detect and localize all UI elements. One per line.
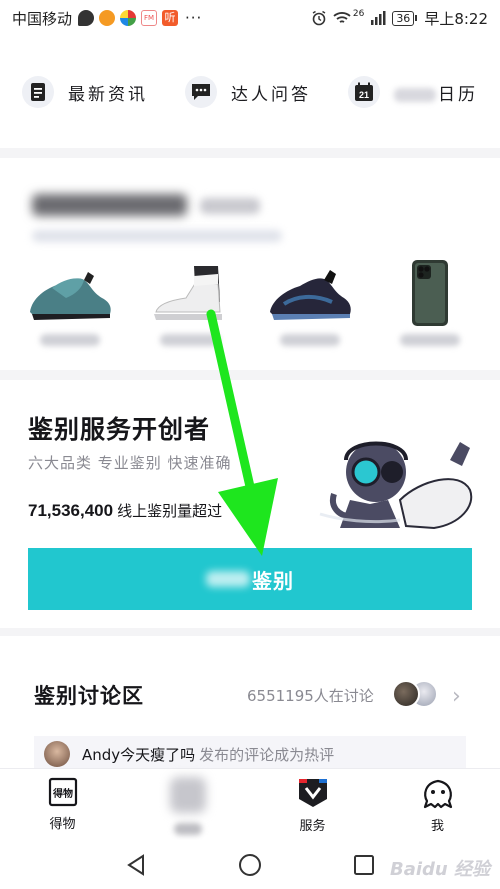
quick-nav: 最新资讯 达人问答 21 日历 [0, 36, 500, 148]
watermark: Baidu 经验 [389, 859, 490, 880]
discussion-count: 6551195人在讨论 [247, 687, 374, 705]
home-icon[interactable] [238, 853, 262, 877]
browser-icon [120, 10, 137, 26]
stat-number: 71,536,400 [28, 501, 114, 520]
authentication-hero: 鉴别服务开创者 六大品类 专业鉴别 快速准确 71,536,400 线上鉴别量超过… [0, 380, 500, 628]
tab-dewu-label: 得物 [49, 817, 76, 832]
blurred-price [280, 334, 340, 346]
tab-blurred[interactable] [125, 769, 250, 840]
sneaker-image [154, 266, 222, 320]
carrier-name: 中国移动 [12, 9, 73, 28]
recents-icon[interactable] [353, 854, 375, 876]
clock: 早上8:22 [424, 9, 488, 28]
calendar-icon: 21 [348, 76, 380, 108]
sneaker-image [270, 270, 351, 320]
sneaker-image [30, 272, 111, 320]
mascot-illustration [319, 441, 473, 530]
back-icon[interactable] [125, 853, 147, 876]
battery-icon: 36 [392, 10, 418, 26]
tab-me[interactable]: 我 [375, 769, 500, 840]
authenticate-button[interactable]: 鉴别 [28, 548, 472, 610]
discussion-section[interactable]: 鉴别讨论区 6551195人在讨论 › Andy今天瘦了吗 发布的评论成为热评 [0, 636, 500, 776]
signal-icon [371, 11, 386, 25]
participant-avatars [392, 680, 440, 708]
comment-username: Andy今天瘦了吗 [82, 745, 196, 764]
blurred-price [160, 334, 220, 346]
quick-nav-news[interactable]: 最新资讯 [22, 76, 148, 108]
listen-icon: 听 [162, 10, 179, 26]
bottom-tab-bar: 得物 得物 服务 我 [0, 768, 500, 840]
tab-dewu[interactable]: 得物 得物 [0, 769, 125, 840]
avatar [392, 680, 420, 708]
calendar-day: 21 [359, 90, 369, 100]
blurred-price [40, 334, 100, 346]
quick-nav-calendar[interactable]: 21 日历 [348, 76, 478, 108]
authenticate-button-label: 鉴别 [252, 568, 294, 593]
blurred-price [400, 334, 460, 346]
product-card[interactable] [20, 258, 120, 358]
chevron-right-icon[interactable]: › [452, 684, 461, 709]
calendar-label-text: 日历 [438, 84, 478, 105]
document-icon [22, 76, 54, 108]
product-card[interactable] [380, 258, 480, 358]
blurred-icon [169, 777, 206, 813]
hero-stat: 71,536,400 线上鉴别量超过 [28, 500, 222, 521]
blurred-section-description [32, 230, 282, 242]
message-icon [78, 10, 95, 26]
product-carousel [0, 158, 500, 370]
avatar [44, 741, 70, 767]
quick-nav-qa[interactable]: 达人问答 [185, 76, 311, 108]
dewu-logo-icon: 得物 [48, 777, 77, 807]
tab-me-label: 我 [430, 819, 444, 834]
blurred-section-subtitle [200, 198, 260, 214]
blurred-text [394, 87, 436, 102]
phone-image [412, 260, 448, 326]
svg-text:得物: 得物 [52, 787, 73, 800]
quick-nav-calendar-label: 日历 [394, 80, 478, 105]
product-card[interactable] [260, 258, 360, 358]
fm-icon: FM [141, 10, 158, 26]
stat-text: 线上鉴别量超过 [117, 502, 223, 520]
tab-service[interactable]: 服务 [250, 769, 375, 840]
blurred-section-title [32, 194, 187, 216]
blurred-text [206, 571, 250, 587]
app-notification-icon [99, 10, 116, 26]
quick-nav-news-label: 最新资讯 [68, 84, 148, 105]
product-card[interactable] [140, 258, 240, 358]
profile-icon [423, 779, 452, 809]
discussion-title: 鉴别讨论区 [34, 684, 144, 708]
service-icon [298, 779, 327, 807]
tab-service-label: 服务 [299, 819, 326, 834]
status-bar: 中国移动 FM 听 ··· 26 36 早上8:22 [0, 0, 500, 36]
network-type: 26 [352, 9, 365, 19]
wifi-icon [333, 12, 351, 23]
hero-subtitle: 六大品类 专业鉴别 快速准确 [28, 454, 232, 472]
product-row [20, 258, 480, 358]
chat-icon [185, 76, 217, 108]
comment-text: 发布的评论成为热评 [199, 745, 335, 764]
alarm-icon [312, 10, 326, 26]
hero-title: 鉴别服务开创者 [28, 415, 211, 444]
more-notifications-icon: ··· [185, 9, 203, 27]
hot-comment[interactable]: Andy今天瘦了吗 发布的评论成为热评 [34, 736, 466, 772]
blurred-tab-label [173, 823, 202, 835]
quick-nav-qa-label: 达人问答 [231, 84, 311, 105]
